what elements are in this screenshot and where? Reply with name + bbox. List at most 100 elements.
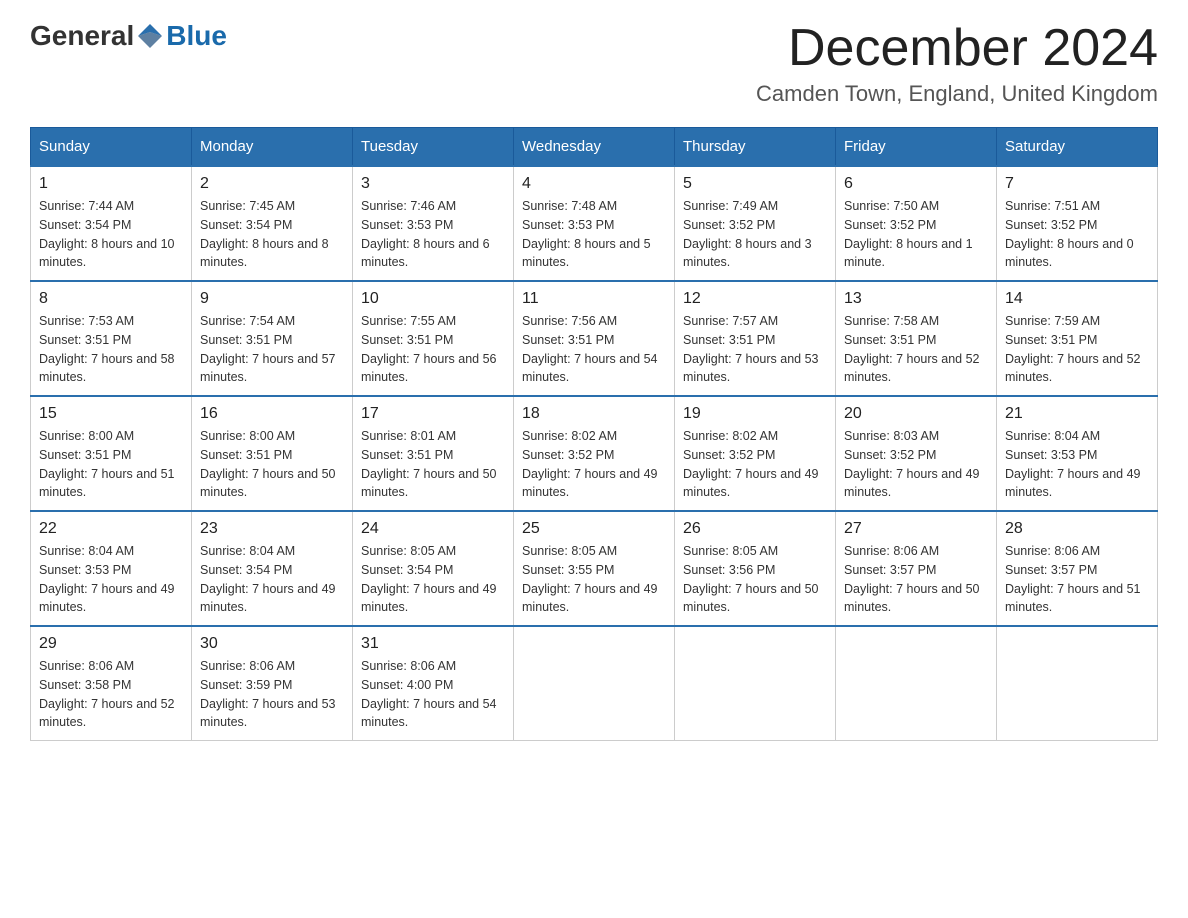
calendar-day: 13 Sunrise: 7:58 AMSunset: 3:51 PMDayligh… xyxy=(836,281,997,396)
calendar-day: 26 Sunrise: 8:05 AMSunset: 3:56 PMDayligh… xyxy=(675,511,836,626)
day-detail: Sunrise: 8:05 AMSunset: 3:56 PMDaylight:… xyxy=(683,544,819,614)
day-detail: Sunrise: 8:06 AMSunset: 3:59 PMDaylight:… xyxy=(200,659,336,729)
day-detail: Sunrise: 8:02 AMSunset: 3:52 PMDaylight:… xyxy=(522,429,658,499)
day-number: 16 xyxy=(200,405,344,423)
day-number: 8 xyxy=(39,290,183,308)
day-detail: Sunrise: 8:05 AMSunset: 3:54 PMDaylight:… xyxy=(361,544,497,614)
day-number: 4 xyxy=(522,175,666,193)
day-number: 24 xyxy=(361,520,505,538)
calendar-day: 1 Sunrise: 7:44 AMSunset: 3:54 PMDaylight… xyxy=(31,166,192,281)
calendar-day: 2 Sunrise: 7:45 AMSunset: 3:54 PMDaylight… xyxy=(192,166,353,281)
calendar-table: SundayMondayTuesdayWednesdayThursdayFrid… xyxy=(30,127,1158,741)
month-title: December 2024 xyxy=(756,20,1158,77)
day-number: 21 xyxy=(1005,405,1149,423)
column-header-thursday: Thursday xyxy=(675,128,836,167)
day-detail: Sunrise: 7:53 AMSunset: 3:51 PMDaylight:… xyxy=(39,314,175,384)
column-header-friday: Friday xyxy=(836,128,997,167)
calendar-day: 9Sunrise: 7:54 AMSunset: 3:51 PMDaylight… xyxy=(192,281,353,396)
day-detail: Sunrise: 7:46 AMSunset: 3:53 PMDaylight:… xyxy=(361,199,490,269)
calendar-day: 4 Sunrise: 7:48 AMSunset: 3:53 PMDaylight… xyxy=(514,166,675,281)
day-detail: Sunrise: 7:56 AMSunset: 3:51 PMDaylight:… xyxy=(522,314,658,384)
day-number: 22 xyxy=(39,520,183,538)
calendar-day: 18 Sunrise: 8:02 AMSunset: 3:52 PMDayligh… xyxy=(514,396,675,511)
day-detail: Sunrise: 7:45 AMSunset: 3:54 PMDaylight:… xyxy=(200,199,329,269)
day-detail: Sunrise: 8:02 AMSunset: 3:52 PMDaylight:… xyxy=(683,429,819,499)
calendar-day: 25 Sunrise: 8:05 AMSunset: 3:55 PMDayligh… xyxy=(514,511,675,626)
day-number: 31 xyxy=(361,635,505,653)
day-number: 9 xyxy=(200,290,344,308)
day-number: 18 xyxy=(522,405,666,423)
day-detail: Sunrise: 8:06 AMSunset: 3:57 PMDaylight:… xyxy=(1005,544,1141,614)
day-number: 3 xyxy=(361,175,505,193)
calendar-day xyxy=(997,626,1158,741)
day-number: 15 xyxy=(39,405,183,423)
day-number: 6 xyxy=(844,175,988,193)
column-header-tuesday: Tuesday xyxy=(353,128,514,167)
column-header-sunday: Sunday xyxy=(31,128,192,167)
day-number: 28 xyxy=(1005,520,1149,538)
day-number: 2 xyxy=(200,175,344,193)
calendar-day: 7 Sunrise: 7:51 AMSunset: 3:52 PMDaylight… xyxy=(997,166,1158,281)
day-number: 27 xyxy=(844,520,988,538)
calendar-day: 29Sunrise: 8:06 AMSunset: 3:58 PMDayligh… xyxy=(31,626,192,741)
calendar-header-row: SundayMondayTuesdayWednesdayThursdayFrid… xyxy=(31,128,1158,167)
calendar-day: 14 Sunrise: 7:59 AMSunset: 3:51 PMDayligh… xyxy=(997,281,1158,396)
calendar-week-4: 22 Sunrise: 8:04 AMSunset: 3:53 PMDayligh… xyxy=(31,511,1158,626)
location-subtitle: Camden Town, England, United Kingdom xyxy=(756,81,1158,107)
calendar-day: 19 Sunrise: 8:02 AMSunset: 3:52 PMDayligh… xyxy=(675,396,836,511)
calendar-week-2: 8 Sunrise: 7:53 AMSunset: 3:51 PMDaylight… xyxy=(31,281,1158,396)
day-detail: Sunrise: 7:48 AMSunset: 3:53 PMDaylight:… xyxy=(522,199,651,269)
header: General Blue December 2024 Camden Town, … xyxy=(30,20,1158,107)
day-number: 14 xyxy=(1005,290,1149,308)
calendar-day: 5 Sunrise: 7:49 AMSunset: 3:52 PMDaylight… xyxy=(675,166,836,281)
calendar-day: 20 Sunrise: 8:03 AMSunset: 3:52 PMDayligh… xyxy=(836,396,997,511)
calendar-week-5: 29Sunrise: 8:06 AMSunset: 3:58 PMDayligh… xyxy=(31,626,1158,741)
day-number: 10 xyxy=(361,290,505,308)
day-detail: Sunrise: 8:01 AMSunset: 3:51 PMDaylight:… xyxy=(361,429,497,499)
day-detail: Sunrise: 7:44 AMSunset: 3:54 PMDaylight:… xyxy=(39,199,175,269)
day-number: 12 xyxy=(683,290,827,308)
calendar-day: 28 Sunrise: 8:06 AMSunset: 3:57 PMDayligh… xyxy=(997,511,1158,626)
calendar-day: 22 Sunrise: 8:04 AMSunset: 3:53 PMDayligh… xyxy=(31,511,192,626)
day-detail: Sunrise: 8:04 AMSunset: 3:53 PMDaylight:… xyxy=(39,544,175,614)
day-detail: Sunrise: 7:49 AMSunset: 3:52 PMDaylight:… xyxy=(683,199,812,269)
day-detail: Sunrise: 7:58 AMSunset: 3:51 PMDaylight:… xyxy=(844,314,980,384)
calendar-day: 27Sunrise: 8:06 AMSunset: 3:57 PMDayligh… xyxy=(836,511,997,626)
calendar-day: 15 Sunrise: 8:00 AMSunset: 3:51 PMDayligh… xyxy=(31,396,192,511)
day-detail: Sunrise: 8:03 AMSunset: 3:52 PMDaylight:… xyxy=(844,429,980,499)
day-number: 11 xyxy=(522,290,666,308)
calendar-week-1: 1 Sunrise: 7:44 AMSunset: 3:54 PMDaylight… xyxy=(31,166,1158,281)
day-number: 17 xyxy=(361,405,505,423)
calendar-day xyxy=(836,626,997,741)
logo-general-text: General xyxy=(30,20,134,52)
day-number: 25 xyxy=(522,520,666,538)
day-detail: Sunrise: 8:04 AMSunset: 3:54 PMDaylight:… xyxy=(200,544,336,614)
day-detail: Sunrise: 7:51 AMSunset: 3:52 PMDaylight:… xyxy=(1005,199,1134,269)
day-number: 26 xyxy=(683,520,827,538)
day-detail: Sunrise: 8:04 AMSunset: 3:53 PMDaylight:… xyxy=(1005,429,1141,499)
calendar-day: 3 Sunrise: 7:46 AMSunset: 3:53 PMDaylight… xyxy=(353,166,514,281)
column-header-monday: Monday xyxy=(192,128,353,167)
day-detail: Sunrise: 8:06 AMSunset: 4:00 PMDaylight:… xyxy=(361,659,497,729)
calendar-day: 8 Sunrise: 7:53 AMSunset: 3:51 PMDaylight… xyxy=(31,281,192,396)
day-number: 1 xyxy=(39,175,183,193)
logo-blue-text: Blue xyxy=(166,20,227,52)
calendar-day: 6 Sunrise: 7:50 AMSunset: 3:52 PMDaylight… xyxy=(836,166,997,281)
day-detail: Sunrise: 8:00 AMSunset: 3:51 PMDaylight:… xyxy=(39,429,175,499)
day-number: 7 xyxy=(1005,175,1149,193)
day-detail: Sunrise: 7:59 AMSunset: 3:51 PMDaylight:… xyxy=(1005,314,1141,384)
column-header-wednesday: Wednesday xyxy=(514,128,675,167)
day-detail: Sunrise: 8:05 AMSunset: 3:55 PMDaylight:… xyxy=(522,544,658,614)
day-detail: Sunrise: 7:55 AMSunset: 3:51 PMDaylight:… xyxy=(361,314,497,384)
day-number: 5 xyxy=(683,175,827,193)
calendar-day: 10 Sunrise: 7:55 AMSunset: 3:51 PMDayligh… xyxy=(353,281,514,396)
day-number: 13 xyxy=(844,290,988,308)
calendar-day: 30Sunrise: 8:06 AMSunset: 3:59 PMDayligh… xyxy=(192,626,353,741)
calendar-day: 17 Sunrise: 8:01 AMSunset: 3:51 PMDayligh… xyxy=(353,396,514,511)
calendar-day xyxy=(675,626,836,741)
day-detail: Sunrise: 7:50 AMSunset: 3:52 PMDaylight:… xyxy=(844,199,973,269)
day-number: 19 xyxy=(683,405,827,423)
calendar-week-3: 15 Sunrise: 8:00 AMSunset: 3:51 PMDayligh… xyxy=(31,396,1158,511)
day-number: 20 xyxy=(844,405,988,423)
logo: General Blue xyxy=(30,20,227,52)
